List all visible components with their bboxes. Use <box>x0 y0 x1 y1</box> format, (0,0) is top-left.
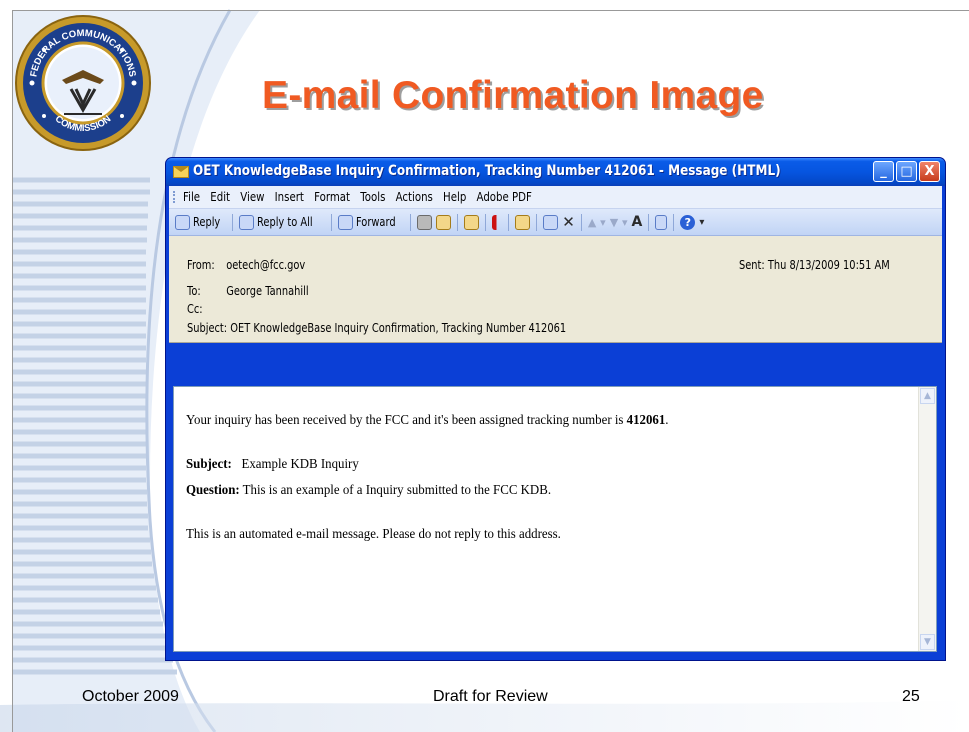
next-item-icon[interactable]: ▼ ▾ <box>610 216 628 229</box>
subject-label: Subject: <box>187 321 228 335</box>
intro-text: Your inquiry has been received by the FC… <box>186 413 624 428</box>
menu-file[interactable]: File <box>183 190 200 204</box>
close-button[interactable]: X <box>919 161 940 182</box>
toolbar-separator <box>331 213 333 231</box>
body-question-label: Question: <box>186 483 240 498</box>
sent-value: Thu 8/13/2009 10:51 AM <box>767 258 890 272</box>
toolbar-separator <box>673 213 675 231</box>
window-titlebar[interactable]: OET KnowledgeBase Inquiry Confirmation, … <box>166 158 945 186</box>
junk-mail-icon[interactable] <box>543 214 559 230</box>
body-intro: Your inquiry has been received by the FC… <box>186 413 668 429</box>
cc-label: Cc: <box>187 302 203 316</box>
toolbar-separator <box>580 213 582 231</box>
font-size-icon[interactable]: A <box>632 214 643 230</box>
from-row: From: oetech@fcc.gov <box>187 258 305 272</box>
footer-date: October 2009 <box>82 688 179 705</box>
slide-title: E-mail Confirmation Image <box>262 74 764 117</box>
subject-value: OET KnowledgeBase Inquiry Confirmation, … <box>230 321 567 335</box>
to-label: To: <box>187 284 201 298</box>
menu-items: File Edit View Insert Format Tools Actio… <box>183 190 532 204</box>
body-closing: This is an automated e-mail message. Ple… <box>186 527 561 542</box>
reply-button[interactable]: Reply <box>175 214 226 230</box>
reply-all-label: Reply to All <box>257 215 313 229</box>
categorize-icon[interactable] <box>515 214 531 230</box>
cc-row: Cc: <box>187 302 223 316</box>
menu-grip-icon[interactable] <box>173 191 177 203</box>
maximize-button[interactable]: □ <box>896 161 917 182</box>
reply-all-icon <box>239 214 255 230</box>
menu-tools[interactable]: Tools <box>360 190 385 204</box>
menu-help[interactable]: Help <box>443 190 466 204</box>
envelope-icon <box>173 166 189 178</box>
window-title: OET KnowledgeBase Inquiry Confirmation, … <box>193 163 781 179</box>
reply-all-button[interactable]: Reply to All <box>239 214 325 230</box>
scroll-up-icon[interactable]: ▲ <box>920 388 935 404</box>
previous-item-icon[interactable]: ▲ ▾ <box>588 216 606 229</box>
flag-icon[interactable] <box>492 214 503 230</box>
address-book-icon[interactable] <box>655 214 668 230</box>
help-icon[interactable]: ? <box>680 214 696 230</box>
page-number: 25 <box>902 688 920 705</box>
minimize-button[interactable]: _ <box>873 161 894 182</box>
fcc-seal-icon: FEDERAL COMMUNICATIONS COMMISSION <box>15 15 151 151</box>
subject-row: Subject: OET KnowledgeBase Inquiry Confi… <box>187 321 566 335</box>
delete-icon[interactable]: ✕ <box>562 213 575 231</box>
toolbar-separator <box>485 213 487 231</box>
from-value[interactable]: oetech@fcc.gov <box>226 258 305 272</box>
menu-insert[interactable]: Insert <box>275 190 304 204</box>
window-controls: _ □ X <box>873 161 940 182</box>
footer-status: Draft for Review <box>433 688 548 705</box>
menu-format[interactable]: Format <box>314 190 350 204</box>
move-to-folder-icon[interactable] <box>464 214 480 230</box>
reply-icon <box>175 214 190 230</box>
body-subject-label: Subject: <box>186 457 232 472</box>
body-question-value: This is an example of a Inquiry submitte… <box>242 483 552 498</box>
forward-label: Forward <box>356 215 396 229</box>
body-subject: Subject: Example KDB Inquiry <box>186 457 359 473</box>
toolbar: Reply Reply to All Forward ✕ ▲ ▾ ▼ ▾ A ?… <box>169 209 942 236</box>
slide: FEDERAL COMMUNICATIONS COMMISSION E-mail… <box>0 0 969 732</box>
to-value[interactable]: George Tannahill <box>226 284 308 298</box>
copy-icon[interactable] <box>436 214 452 230</box>
menu-actions[interactable]: Actions <box>396 190 433 204</box>
left-rule <box>12 10 13 732</box>
menu-adobe-pdf[interactable]: Adobe PDF <box>477 190 532 204</box>
toolbar-separator <box>410 213 412 231</box>
menu-view[interactable]: View <box>240 190 264 204</box>
toolbar-separator <box>232 213 234 231</box>
reply-label: Reply <box>193 215 221 229</box>
body-subject-value: Example KDB Inquiry <box>241 457 359 472</box>
menu-bar: File Edit View Insert Format Tools Actio… <box>169 186 942 209</box>
vertical-scrollbar[interactable]: ▲ ▼ <box>918 387 936 651</box>
intro-end: . <box>665 413 669 428</box>
menu-edit[interactable]: Edit <box>210 190 230 204</box>
to-row: To: George Tannahill <box>187 284 309 298</box>
message-body[interactable]: Your inquiry has been received by the FC… <box>173 386 937 652</box>
forward-icon <box>338 214 354 230</box>
toolbar-options-icon[interactable]: ▾ <box>699 217 704 228</box>
toolbar-buttons: Reply Reply to All Forward ✕ ▲ ▾ ▼ ▾ A ?… <box>175 213 704 231</box>
forward-button[interactable]: Forward <box>338 214 404 230</box>
message-header: From: oetech@fcc.gov To: George Tannahil… <box>169 236 942 343</box>
toolbar-separator <box>536 213 538 231</box>
from-label: From: <box>187 258 215 272</box>
scroll-down-icon[interactable]: ▼ <box>920 634 935 650</box>
print-icon[interactable] <box>417 214 433 230</box>
sent-row: Sent: Thu 8/13/2009 10:51 AM <box>739 258 890 272</box>
toolbar-separator <box>648 213 650 231</box>
top-rule <box>12 10 969 11</box>
email-window: OET KnowledgeBase Inquiry Confirmation, … <box>166 158 945 660</box>
sent-label: Sent: <box>739 258 765 272</box>
toolbar-separator <box>457 213 459 231</box>
toolbar-separator <box>508 213 510 231</box>
tracking-number: 412061 <box>626 413 666 428</box>
body-question: Question: This is an example of a Inquir… <box>186 483 551 499</box>
